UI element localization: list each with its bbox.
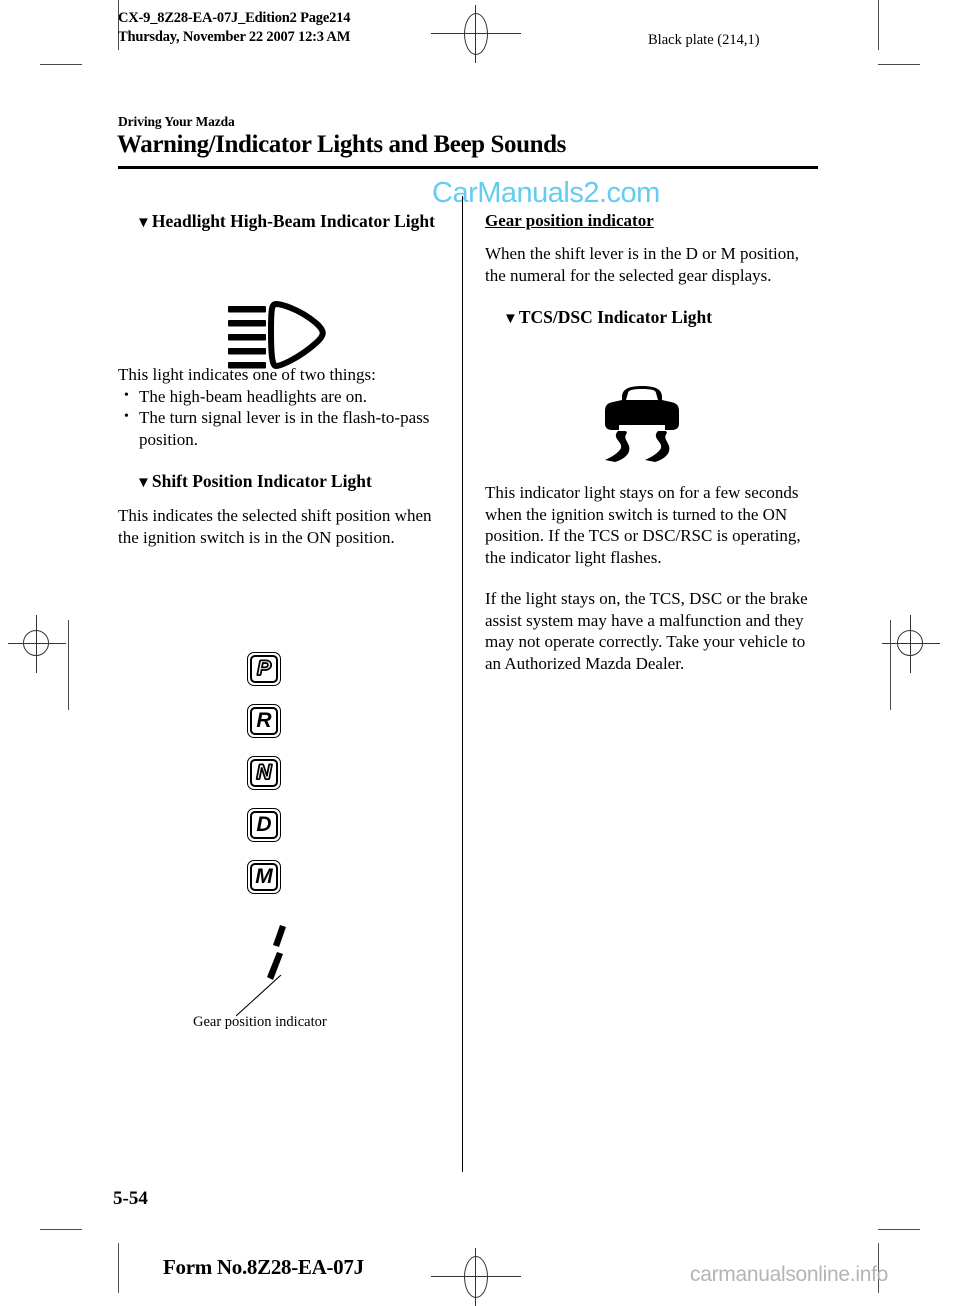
registration-mark-top-center: [431, 5, 521, 63]
subheading-headlight-high-beam: ▼Headlight High-Beam Indicator Light: [118, 210, 456, 234]
high-beam-bullet-list: The high-beam headlights are on. The tur…: [118, 385, 456, 451]
crop-mark-top-right-vertical: [878, 0, 879, 50]
subheading-shift-position: ▼Shift Position Indicator Light: [118, 470, 456, 494]
crop-mark-top-right-horizontal: [878, 64, 920, 65]
tcs-dsc-paragraph-2: If the light stays on, the TCS, DSC or t…: [485, 589, 808, 673]
registration-mark-bottom-center: [431, 1248, 521, 1306]
gear-position-indicator-caption: Gear position indicator: [193, 1014, 327, 1030]
left-column: ▼Headlight High-Beam Indicator Light Thi…: [118, 210, 456, 548]
high-beam-indicator-icon: [228, 296, 338, 379]
header-file-line-2: Thursday, November 22 2007 12:3 AM: [118, 29, 351, 45]
crop-mark-bottom-left-vertical: [118, 1243, 119, 1293]
registration-mark-left-center: [8, 615, 66, 673]
trim-mark-left-upper: [68, 620, 69, 710]
title-divider-rule: [118, 166, 818, 169]
header-plate-note: Black plate (214,1): [648, 32, 760, 48]
gear-badge-n-label: N: [256, 761, 273, 784]
triangle-bullet-icon: ▼: [136, 475, 151, 491]
list-item: The turn signal lever is in the flash-to…: [118, 406, 456, 450]
subheading-headlight-high-beam-label: Headlight High-Beam Indicator Light: [151, 211, 435, 231]
crop-mark-bottom-left-horizontal: [40, 1229, 82, 1230]
subheading-tcs-dsc-label: TCS/DSC Indicator Light: [518, 307, 713, 327]
gear-badge-n: N: [247, 756, 281, 790]
subheading-shift-position-label: Shift Position Indicator Light: [151, 471, 372, 491]
gear-badge-d: D: [247, 808, 281, 842]
gear-badge-d-label: D: [256, 813, 272, 836]
crop-mark-top-left-horizontal: [40, 64, 82, 65]
section-kicker: Driving Your Mazda: [118, 114, 235, 129]
tcs-dsc-paragraph-1: This indicator light stays on for a few …: [485, 483, 801, 567]
list-item: The high-beam headlights are on.: [118, 385, 456, 408]
triangle-bullet-icon: ▼: [136, 215, 151, 231]
column-divider-rule: [462, 196, 463, 1172]
document-file-header: CX-9_8Z28-EA-07J_Edition2 Page214 Thursd…: [118, 9, 350, 47]
trim-mark-right-upper: [890, 620, 891, 710]
page-number: 5-54: [113, 1188, 148, 1209]
gear-badge-m-label: M: [255, 865, 273, 888]
watermark-carmanuals2: CarManuals2.com: [432, 177, 660, 209]
gear-badge-r: R: [247, 704, 281, 738]
gear-badge-m: M: [247, 860, 281, 894]
header-file-line-1: CX-9_8Z28-EA-07J_Edition2 Page214: [118, 10, 351, 26]
page-title: Warning/Indicator Lights and Beep Sounds: [117, 131, 566, 158]
form-number: Form No.8Z28-EA-07J: [163, 1255, 364, 1279]
tcs-dsc-indicator-icon: [601, 383, 683, 468]
watermark-carmanualsonline: carmanualsonline.info: [690, 1263, 888, 1286]
subheading-tcs-dsc: ▼TCS/DSC Indicator Light: [485, 306, 823, 330]
subheading-gear-position-indicator: Gear position indicator: [485, 211, 654, 230]
triangle-bullet-icon: ▼: [503, 311, 518, 327]
gear-position-badge-stack: P R N D M: [247, 652, 281, 912]
gear-badge-r-label: R: [256, 709, 272, 732]
gear-badge-p: P: [247, 652, 281, 686]
crop-mark-bottom-right-horizontal: [878, 1229, 920, 1230]
shift-position-body-text: This indicates the selected shift positi…: [118, 506, 432, 547]
gear-badge-p-label: P: [256, 657, 272, 680]
gear-position-indicator-body-text: When the shift lever is in the D or M po…: [485, 244, 799, 285]
